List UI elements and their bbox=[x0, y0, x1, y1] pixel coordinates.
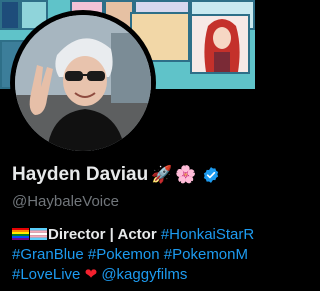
hashtag-link[interactable]: #Pokemon bbox=[88, 246, 160, 263]
hashtag-link[interactable]: #HonkaiStarR bbox=[161, 226, 254, 243]
bio-role-text: Director | Actor bbox=[48, 226, 157, 243]
display-name: Hayden Daviau 🚀 🌸 bbox=[12, 164, 220, 186]
rocket-emoji: 🚀 bbox=[151, 165, 173, 185]
rainbow-flag-icon bbox=[12, 228, 29, 240]
transgender-flag-icon bbox=[30, 228, 47, 240]
user-handle: @HaybaleVoice bbox=[12, 193, 119, 210]
hashtag-link[interactable]: #PokemonM bbox=[164, 246, 248, 263]
bio-line-2: #GranBlue #Pokemon #PokemonM bbox=[12, 245, 255, 265]
banner-character-art bbox=[204, 19, 240, 72]
profile-bio: Director | Actor #HonkaiStarR #GranBlue … bbox=[12, 225, 255, 285]
profile-avatar[interactable] bbox=[10, 10, 156, 156]
verified-badge-icon[interactable] bbox=[202, 166, 220, 184]
bio-line-3: #LoveLive ❤ @kaggyfilms bbox=[12, 265, 255, 285]
hashtag-link[interactable]: #LoveLive bbox=[12, 266, 80, 283]
avatar-illustration bbox=[15, 15, 151, 151]
hashtag-link[interactable]: #GranBlue bbox=[12, 246, 84, 263]
red-heart-icon: ❤ bbox=[84, 266, 98, 283]
bio-line-1: Director | Actor #HonkaiStarR bbox=[12, 225, 255, 245]
avatar-photo bbox=[15, 15, 151, 151]
banner-tile bbox=[0, 0, 20, 30]
display-name-text: Hayden Daviau bbox=[12, 164, 149, 185]
blossom-emoji: 🌸 bbox=[175, 165, 197, 185]
mention-link[interactable]: @kaggyfilms bbox=[101, 266, 187, 283]
